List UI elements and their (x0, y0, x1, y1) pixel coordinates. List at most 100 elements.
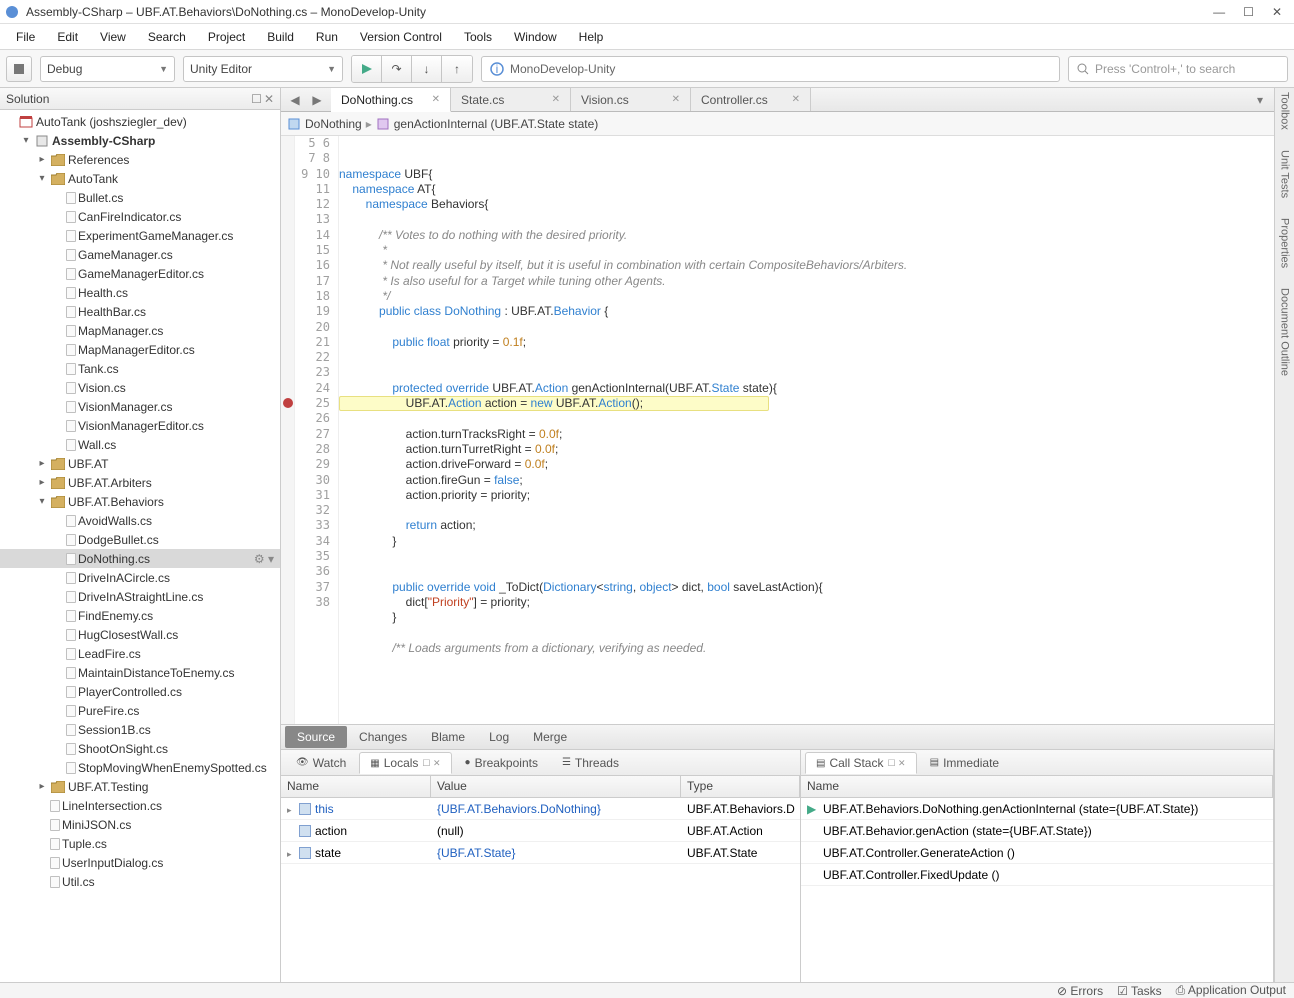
locals-row[interactable]: ▸this{UBF.AT.Behaviors.DoNothing}UBF.AT.… (281, 798, 800, 820)
tree-item[interactable]: Tuple.cs (0, 834, 280, 853)
config-combo[interactable]: Debug▼ (40, 56, 175, 82)
source-tab-changes[interactable]: Changes (347, 726, 419, 748)
stack-frame[interactable]: UBF.AT.Behavior.genAction (state={UBF.AT… (801, 820, 1273, 842)
step-into-button[interactable]: ↓ (412, 56, 442, 82)
rail-document-outline[interactable]: Document Outline (1279, 288, 1291, 376)
breakpoint-gutter[interactable] (281, 136, 295, 724)
tree-item[interactable]: ▸UBF.AT.Arbiters (0, 473, 280, 492)
tab-close-icon[interactable]: ✕ (432, 94, 440, 105)
tree-item[interactable]: DodgeBullet.cs (0, 530, 280, 549)
code-area[interactable]: 5 6 7 8 9 10 11 12 13 14 15 16 17 18 19 … (281, 136, 1274, 724)
tree-item[interactable]: MiniJSON.cs (0, 815, 280, 834)
tree-item[interactable]: Session1B.cs (0, 720, 280, 739)
tree-item[interactable]: MapManagerEditor.cs (0, 340, 280, 359)
tree-item[interactable]: GameManager.cs (0, 245, 280, 264)
tab-DoNothing-cs[interactable]: DoNothing.cs✕ (331, 88, 451, 112)
debug-tab-locals[interactable]: ▦Locals ☐ ✕ (359, 752, 451, 774)
tree-item[interactable]: Health.cs (0, 283, 280, 302)
tree-item[interactable]: UserInputDialog.cs (0, 853, 280, 872)
tree-item[interactable]: HealthBar.cs (0, 302, 280, 321)
source-tab-blame[interactable]: Blame (419, 726, 477, 748)
tree-item[interactable]: MaintainDistanceToEnemy.cs (0, 663, 280, 682)
tree-item[interactable]: DriveInACircle.cs (0, 568, 280, 587)
solution-tree[interactable]: AutoTank (joshsziegler_dev)▾Assembly-CSh… (0, 110, 280, 982)
menu-search[interactable]: Search (140, 27, 194, 47)
gear-icon[interactable]: ⚙ ▾ (254, 552, 280, 566)
stack-frame[interactable]: UBF.AT.Controller.FixedUpdate () (801, 864, 1273, 886)
menu-edit[interactable]: Edit (49, 27, 86, 47)
tab-close-icon[interactable]: ✕ (672, 94, 680, 105)
pane-close-icon[interactable]: ✕ (264, 92, 274, 106)
tree-item[interactable]: MapManager.cs (0, 321, 280, 340)
debug-tab-call-stack[interactable]: ▤Call Stack ☐ ✕ (805, 752, 917, 774)
menu-project[interactable]: Project (200, 27, 253, 47)
tab-State-cs[interactable]: State.cs✕ (451, 88, 571, 111)
menu-file[interactable]: File (8, 27, 43, 47)
tree-item[interactable]: ▾UBF.AT.Behaviors (0, 492, 280, 511)
target-combo[interactable]: Unity Editor▼ (183, 56, 343, 82)
breadcrumb-member[interactable]: genActionInternal (UBF.AT.State state) (394, 117, 599, 131)
source-tab-log[interactable]: Log (477, 726, 521, 748)
tree-item[interactable]: FindEnemy.cs (0, 606, 280, 625)
menu-tools[interactable]: Tools (456, 27, 500, 47)
locals-row[interactable]: ▸state{UBF.AT.State}UBF.AT.State (281, 842, 800, 864)
breadcrumb-class[interactable]: DoNothing (305, 117, 362, 131)
tree-item[interactable]: Tank.cs (0, 359, 280, 378)
debug-tab-threads[interactable]: ☰Threads (551, 752, 630, 774)
stack-frame[interactable]: UBF.AT.Controller.GenerateAction () (801, 842, 1273, 864)
tree-item[interactable]: ▸UBF.AT (0, 454, 280, 473)
status-application-output[interactable]: ⎙ Application Output (1176, 983, 1286, 998)
tab-overflow-icon[interactable]: ▾ (1250, 91, 1270, 109)
breadcrumb[interactable]: DoNothing ▸ genActionInternal (UBF.AT.St… (281, 112, 1274, 136)
tab-close-icon[interactable]: ✕ (552, 94, 560, 105)
maximize-button[interactable]: ☐ (1243, 5, 1254, 19)
tree-item[interactable]: PureFire.cs (0, 701, 280, 720)
menu-window[interactable]: Window (506, 27, 565, 47)
tab-close-icon[interactable]: ✕ (792, 94, 800, 105)
tree-item[interactable]: HugClosestWall.cs (0, 625, 280, 644)
tree-item[interactable]: VisionManager.cs (0, 397, 280, 416)
menu-view[interactable]: View (92, 27, 134, 47)
tree-item[interactable]: ▾AutoTank (0, 169, 280, 188)
col-type[interactable]: Type (681, 776, 800, 797)
search-field[interactable]: Press 'Control+,' to search (1068, 56, 1288, 82)
rail-properties[interactable]: Properties (1279, 218, 1291, 268)
debug-tab-immediate[interactable]: ▤Immediate (919, 752, 1010, 774)
tree-item[interactable]: VisionManagerEditor.cs (0, 416, 280, 435)
stop-button[interactable] (6, 56, 32, 82)
source-tab-source[interactable]: Source (285, 726, 347, 748)
close-button[interactable]: ✕ (1272, 5, 1282, 19)
col-name[interactable]: Name (281, 776, 431, 797)
status-errors[interactable]: ⊘ Errors (1057, 984, 1103, 998)
tree-item[interactable]: Util.cs (0, 872, 280, 891)
rail-toolbox[interactable]: Toolbox (1279, 92, 1291, 130)
tree-item[interactable]: DriveInAStraightLine.cs (0, 587, 280, 606)
menu-build[interactable]: Build (259, 27, 302, 47)
tree-item[interactable]: LeadFire.cs (0, 644, 280, 663)
tree-item[interactable]: AvoidWalls.cs (0, 511, 280, 530)
step-over-button[interactable]: ↷ (382, 56, 412, 82)
tree-item[interactable]: DoNothing.cs⚙ ▾ (0, 549, 280, 568)
col-value[interactable]: Value (431, 776, 681, 797)
rail-unit-tests[interactable]: Unit Tests (1279, 150, 1291, 198)
nav-back-icon[interactable]: ◀ (285, 91, 305, 109)
code-text[interactable]: namespace UBF{ namespace AT{ namespace B… (339, 136, 1274, 724)
tab-Vision-cs[interactable]: Vision.cs✕ (571, 88, 691, 111)
tree-item[interactable]: ExperimentGameManager.cs (0, 226, 280, 245)
tree-item[interactable]: PlayerControlled.cs (0, 682, 280, 701)
col-stack-name[interactable]: Name (801, 776, 1273, 797)
menu-help[interactable]: Help (571, 27, 612, 47)
menu-version-control[interactable]: Version Control (352, 27, 450, 47)
debug-tab-breakpoints[interactable]: ●Breakpoints (454, 752, 549, 774)
status-tasks[interactable]: ☑ Tasks (1117, 984, 1162, 998)
tree-item[interactable]: ▾Assembly-CSharp (0, 131, 280, 150)
menu-run[interactable]: Run (308, 27, 346, 47)
locals-row[interactable]: action(null)UBF.AT.Action (281, 820, 800, 842)
nav-forward-icon[interactable]: ▶ (307, 91, 327, 109)
tree-item[interactable]: CanFireIndicator.cs (0, 207, 280, 226)
step-out-button[interactable]: ↑ (442, 56, 472, 82)
tree-item[interactable]: ▸References (0, 150, 280, 169)
stack-frame[interactable]: ▶UBF.AT.Behaviors.DoNothing.genActionInt… (801, 798, 1273, 820)
pane-dock-icon[interactable]: ☐ (251, 92, 262, 106)
source-tab-merge[interactable]: Merge (521, 726, 579, 748)
